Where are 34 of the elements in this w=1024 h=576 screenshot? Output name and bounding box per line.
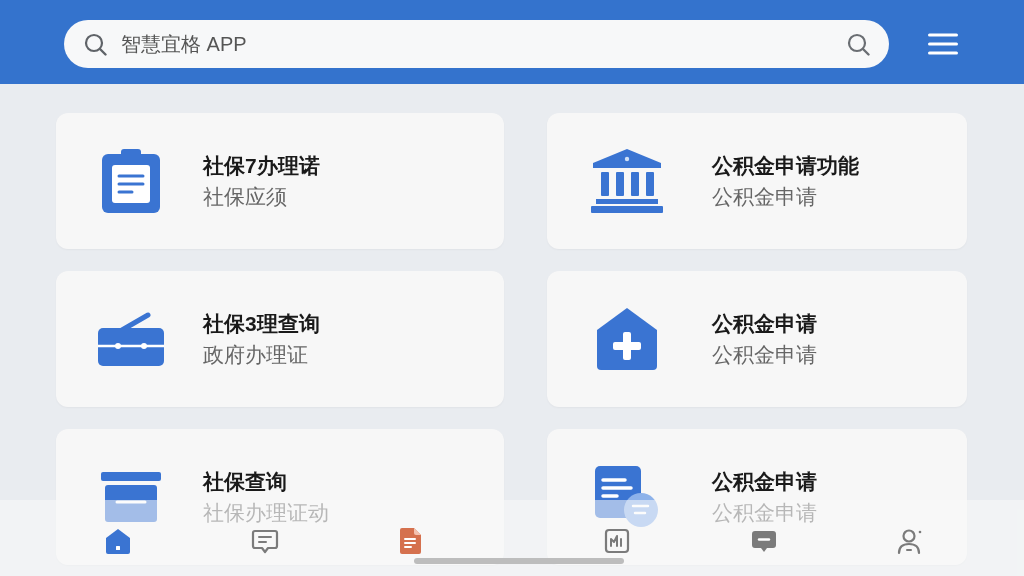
card-subtitle: 公积金申请 xyxy=(712,342,817,367)
card-title: 社保7办理诺 xyxy=(203,153,320,178)
service-card[interactable]: 社保查询 社保办理证动 xyxy=(56,429,504,565)
service-card[interactable]: 公积金申请功能 公积金申请 xyxy=(547,113,967,249)
service-card[interactable]: 社保3理查询 政府办理证 xyxy=(56,271,504,407)
search-icon xyxy=(847,32,870,56)
search-icon xyxy=(84,32,107,56)
clipboard-icon xyxy=(102,149,160,213)
bank-icon xyxy=(591,149,663,213)
card-title: 公积金申请 xyxy=(712,469,817,494)
card-subtitle: 社保办理证动 xyxy=(203,500,329,525)
house-plus-icon xyxy=(597,308,657,370)
chart-icon xyxy=(603,527,631,555)
person-icon xyxy=(896,527,924,555)
archive-box-icon xyxy=(101,472,161,522)
chat-icon xyxy=(251,527,279,555)
card-title: 社保3理查询 xyxy=(203,311,320,336)
service-card[interactable]: 公积金申请 公积金申请 xyxy=(547,429,967,565)
menu-icon xyxy=(928,33,958,55)
briefcase-icon xyxy=(98,312,164,366)
card-title: 公积金申请功能 xyxy=(712,153,859,178)
card-subtitle: 公积金申请 xyxy=(712,500,817,525)
menu-button[interactable] xyxy=(928,33,958,55)
card-subtitle: 公积金申请 xyxy=(712,184,818,209)
search-button[interactable] xyxy=(847,32,870,56)
card-subtitle: 政府办理证 xyxy=(203,342,309,367)
service-card[interactable]: 公积金申请 公积金申请 xyxy=(547,271,967,407)
card-title: 公积金申请 xyxy=(712,311,817,336)
document-chat-icon xyxy=(595,466,659,528)
home-icon xyxy=(104,527,132,555)
card-title: 社保查询 xyxy=(203,469,288,494)
service-card[interactable]: 社保7办理诺 社保应须 xyxy=(56,113,504,249)
search-field[interactable]: 智慧宜格 APP xyxy=(64,20,889,68)
card-subtitle: 社保应须 xyxy=(203,184,288,209)
